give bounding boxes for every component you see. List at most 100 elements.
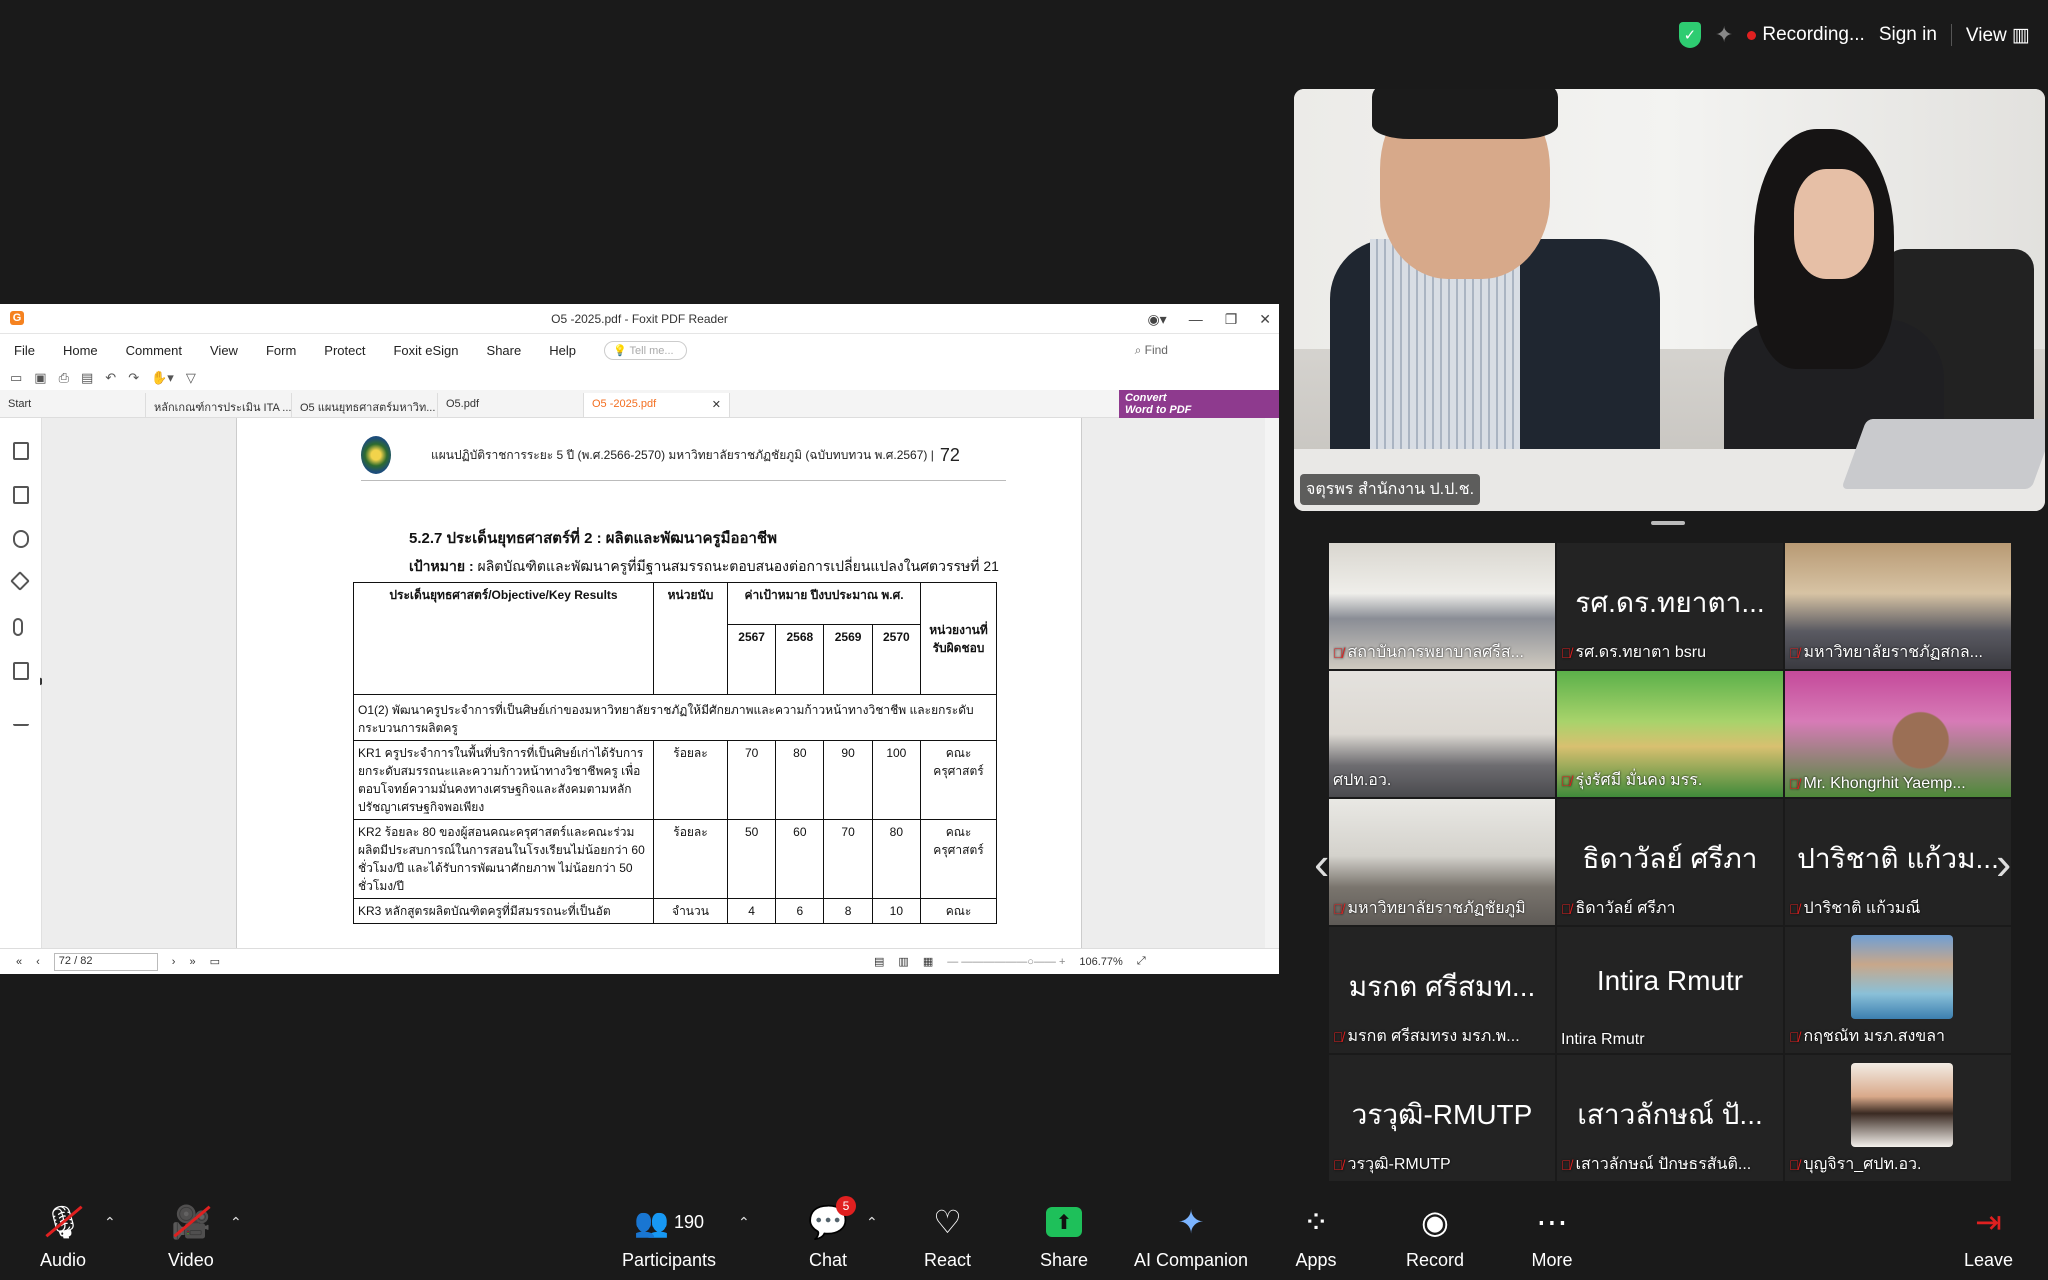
tab-o5-pdf[interactable]: O5.pdf <box>438 393 584 417</box>
comments-icon[interactable] <box>13 530 29 548</box>
zoom-level[interactable]: 106.77% <box>1079 956 1122 968</box>
last-page-icon[interactable]: » <box>189 956 195 968</box>
participant-tile[interactable]: 🎙̸ มหาวิทยาลัยราชภัฏชัยภูมิ <box>1329 799 1555 925</box>
share-button[interactable]: ⬆ Share <box>1040 1200 1088 1271</box>
open-icon[interactable]: ▭ <box>10 370 22 386</box>
active-speaker-video[interactable]: จตุรพร สำนักงาน ป.ป.ช. <box>1294 89 2045 511</box>
security-lock-icon[interactable] <box>13 662 29 680</box>
menu-home[interactable]: Home <box>63 343 98 358</box>
signature-icon[interactable] <box>13 708 29 726</box>
section-title: 5.2.7 ประเด็นยุทธศาสตร์ที่ 2 : ผลิตและพั… <box>409 530 777 547</box>
participants-button[interactable]: 👥 190 Participants <box>622 1200 716 1271</box>
audio-button[interactable]: 🎙 Audio <box>40 1200 86 1271</box>
menu-comment[interactable]: Comment <box>126 343 182 358</box>
chat-caret-icon[interactable]: ⌃ <box>866 1214 878 1231</box>
find-box[interactable]: ⌕ Find <box>1135 343 1168 358</box>
ai-companion-button[interactable]: ✦ AI Companion <box>1134 1200 1248 1271</box>
menu-protect[interactable]: Protect <box>324 343 365 358</box>
participant-tile[interactable]: ธิดาวัลย์ ศรีภา 🎙̸ ธิดาวัลย์ ศรีภา <box>1557 799 1783 925</box>
pdf-vertical-scrollbar[interactable] <box>1265 418 1279 948</box>
menu-foxit-esign[interactable]: Foxit eSign <box>393 343 458 358</box>
leave-door-icon: ⇥ <box>1975 1204 2002 1240</box>
table-row: KR3 หลักสูตรผลิตบัณฑิตครูที่มีสมรรถนะที่… <box>353 898 997 924</box>
account-icon[interactable]: ◉▾ <box>1147 311 1166 328</box>
menu-help[interactable]: Help <box>549 343 576 358</box>
tab-ita-criteria[interactable]: หลักเกณฑ์การประเมิน ITA ... <box>146 393 292 417</box>
menu-form[interactable]: Form <box>266 343 296 358</box>
zoom-slider[interactable]: — ——————○—— + <box>947 956 1065 968</box>
pdf-canvas[interactable]: แผนปฏิบัติราชการระยะ 5 ปี (พ.ศ.2566-2570… <box>42 418 1279 948</box>
tab-o5-strategy[interactable]: O5 แผนยุทธศาสตร์มหาวิท... <box>292 393 438 417</box>
participant-tile[interactable]: ศปท.อว. <box>1329 671 1555 797</box>
participant-tile[interactable]: 🎙̸ บุญจิรา_ศปท.อว. <box>1785 1055 2011 1181</box>
participant-tile[interactable]: Intira Rmutr Intira Rmutr <box>1557 927 1783 1053</box>
single-page-icon[interactable]: ▤ <box>874 955 884 968</box>
mic-muted-icon: 🎙̸ <box>1333 1156 1344 1173</box>
tab-o5-2025[interactable]: O5 -2025.pdf ✕ <box>584 393 730 417</box>
audio-options-caret-icon[interactable]: ⌃ <box>104 1214 116 1231</box>
convert-word-to-pdf-banner[interactable]: Convert Word to PDF <box>1119 390 1279 418</box>
participant-tile[interactable]: ปาริชาติ แก้วม... 🎙̸ ปาริชาติ แก้วมณี <box>1785 799 2011 925</box>
minimize-button[interactable]: — <box>1189 311 1203 327</box>
gallery-next-arrow-icon[interactable]: › <box>1996 836 2011 890</box>
customize-dropdown-icon[interactable]: ▽ <box>186 370 196 386</box>
participants-caret-icon[interactable]: ⌃ <box>738 1214 750 1231</box>
participant-tile[interactable]: มรกต ศรีสมท... 🎙̸ มรกต ศรีสมทรง มรภ.พ... <box>1329 927 1555 1053</box>
chat-button[interactable]: 💬 5 Chat <box>806 1196 856 1271</box>
close-button[interactable]: ✕ <box>1259 311 1271 328</box>
participant-tile[interactable]: เสาวลักษณ์ ปั... 🎙̸ เสาวลักษณ์ ปักษธรสันต… <box>1557 1055 1783 1181</box>
view-button[interactable]: View ▥ <box>1966 24 2030 47</box>
leave-button[interactable]: ⇥ Leave <box>1964 1200 2013 1271</box>
participant-tile[interactable]: 🎙̸ รุ่งรัศมี มั่นคง มรร. <box>1557 671 1783 797</box>
tell-me-input[interactable]: 💡 Tell me... <box>603 340 687 360</box>
objective-row: O1(2) พัฒนาครูประจำการที่เป็นศิษย์เก่าขอ… <box>353 694 997 741</box>
next-page-icon[interactable]: › <box>172 956 176 968</box>
hand-tool-icon[interactable]: ✋▾ <box>151 370 174 386</box>
menu-file[interactable]: File <box>14 343 35 358</box>
tab-close-icon[interactable]: ✕ <box>712 398 721 412</box>
heart-icon: ♡ <box>933 1204 962 1240</box>
first-page-icon[interactable]: « <box>16 956 22 968</box>
menu-share[interactable]: Share <box>487 343 522 358</box>
attachment-icon[interactable] <box>13 618 23 636</box>
tab-start[interactable]: Start <box>0 393 146 417</box>
record-button[interactable]: ◉ Record <box>1406 1200 1464 1271</box>
apps-button[interactable]: ⁘ Apps <box>1294 1200 1338 1271</box>
sign-in-button[interactable]: Sign in <box>1879 24 1937 46</box>
participant-tile[interactable]: 🎙̸ Mr. Khongrhit Yaemp... <box>1785 671 2011 797</box>
resize-handle[interactable] <box>1651 521 1685 525</box>
video-button[interactable]: 🎥 Video <box>168 1200 214 1271</box>
print-icon[interactable]: ⎙ <box>59 370 69 386</box>
ai-sparkle-icon[interactable]: ✦ <box>1715 22 1733 48</box>
prev-page-icon[interactable]: ‹ <box>36 956 40 968</box>
more-button[interactable]: ⋯ More <box>1530 1200 1574 1271</box>
pages-icon[interactable] <box>13 486 29 504</box>
bookmark-icon[interactable] <box>13 442 29 460</box>
react-button[interactable]: ♡ React <box>924 1200 971 1271</box>
fullscreen-icon[interactable]: ⤢ <box>1137 955 1146 968</box>
participant-tile[interactable]: วรวุฒิ-RMUTP 🎙̸ วรวุฒิ-RMUTP <box>1329 1055 1555 1181</box>
meeting-controls-bar: 🎙 Audio ⌃ 🎥 Video ⌃ 👥 190 Participants ⌃… <box>0 1190 2048 1280</box>
page-number-input[interactable]: 72 / 82 <box>53 952 158 971</box>
layers-icon[interactable] <box>10 571 30 591</box>
gallery-prev-arrow-icon[interactable]: ‹ <box>1314 836 1329 890</box>
facing-icon[interactable]: ▦ <box>923 955 933 968</box>
scan-icon[interactable]: ▤ <box>81 370 93 386</box>
recording-indicator[interactable]: Recording... <box>1747 24 1865 46</box>
encryption-shield-icon[interactable]: ✓ <box>1678 22 1701 48</box>
document-tabs: Start หลักเกณฑ์การประเมิน ITA ... O5 แผน… <box>0 390 1279 418</box>
undo-icon[interactable]: ↶ <box>105 370 116 386</box>
ai-sparkle-icon: ✦ <box>1177 1204 1205 1240</box>
menu-view[interactable]: View <box>210 343 238 358</box>
participant-tile[interactable]: 🎙̸ สถาบันการพยาบาลศรีส... <box>1329 543 1555 669</box>
participant-tile[interactable]: 🎙̸ มหาวิทยาลัยราชภัฏสกล... <box>1785 543 2011 669</box>
restore-button[interactable]: ❐ <box>1225 311 1238 328</box>
page-layout-icon[interactable]: ▭ <box>210 955 220 968</box>
participant-tile[interactable]: รศ.ดร.ทยาตา... 🎙̸ รศ.ดร.ทยาตา bsru <box>1557 543 1783 669</box>
continuous-icon[interactable]: ▥ <box>898 955 908 968</box>
save-icon[interactable]: ▣ <box>34 370 46 386</box>
participant-tile[interactable]: 🎙̸ กฤชณัท มรภ.สงขลา <box>1785 927 2011 1053</box>
redo-icon[interactable]: ↷ <box>128 370 139 386</box>
view-layout-icon: ▥ <box>2012 24 2030 46</box>
video-options-caret-icon[interactable]: ⌃ <box>230 1214 242 1231</box>
